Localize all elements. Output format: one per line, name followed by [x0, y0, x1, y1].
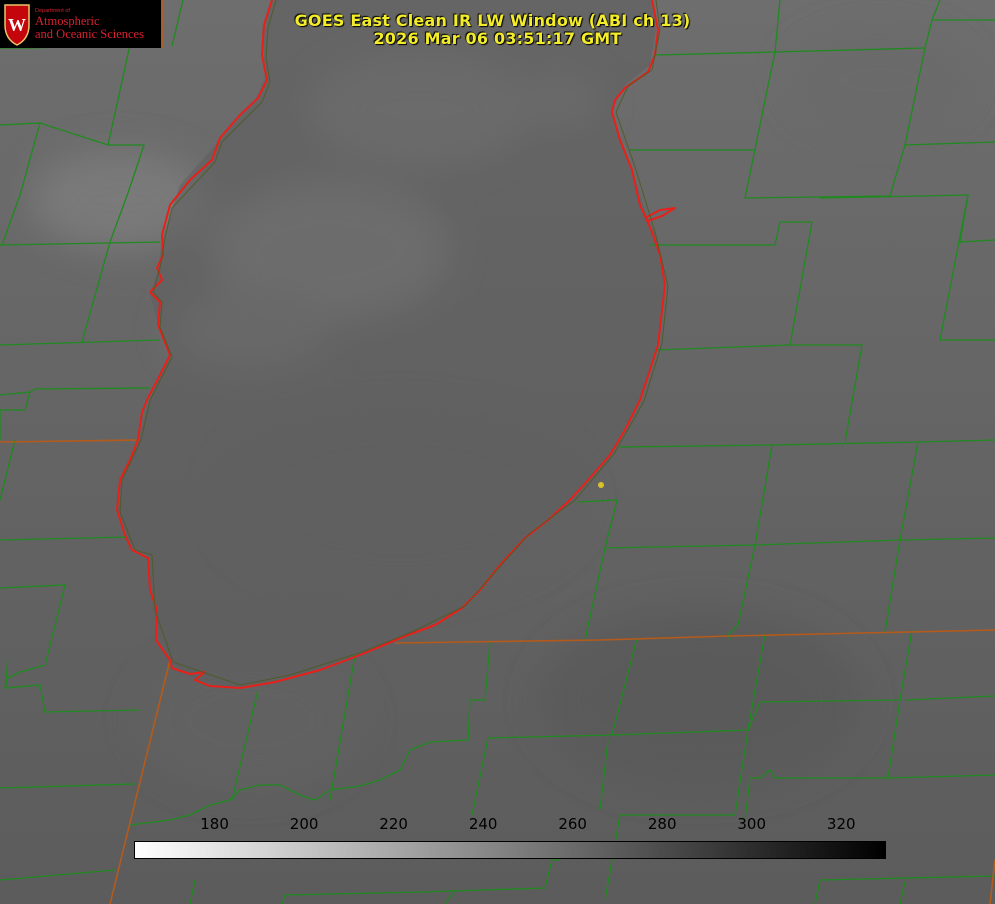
- logo-line2: and Oceanic Sciences: [35, 26, 144, 41]
- colorbar-tick-label: 200: [289, 815, 319, 833]
- colorbar: [134, 841, 886, 859]
- satellite-map[interactable]: [0, 0, 995, 904]
- colorbar-tick-label: 320: [826, 815, 856, 833]
- svg-text:W: W: [8, 15, 26, 35]
- colorbar-tick-label: 300: [737, 815, 767, 833]
- colorbar-tick-label: 220: [379, 815, 408, 833]
- colorbar-tick-label: 280: [647, 815, 677, 833]
- station-marker: [598, 482, 604, 488]
- colorbar-tick-label: 180: [200, 815, 229, 833]
- colorbar-tick-label: 260: [558, 815, 587, 833]
- aos-logo[interactable]: W Department of Atmospheric and Oceanic …: [0, 0, 161, 48]
- logo-text: Department of Atmospheric and Oceanic Sc…: [35, 8, 144, 41]
- uw-crest-icon: W: [4, 4, 30, 46]
- logo-line1: Atmospheric: [35, 13, 100, 28]
- colorbar-tick-label: 240: [468, 815, 498, 833]
